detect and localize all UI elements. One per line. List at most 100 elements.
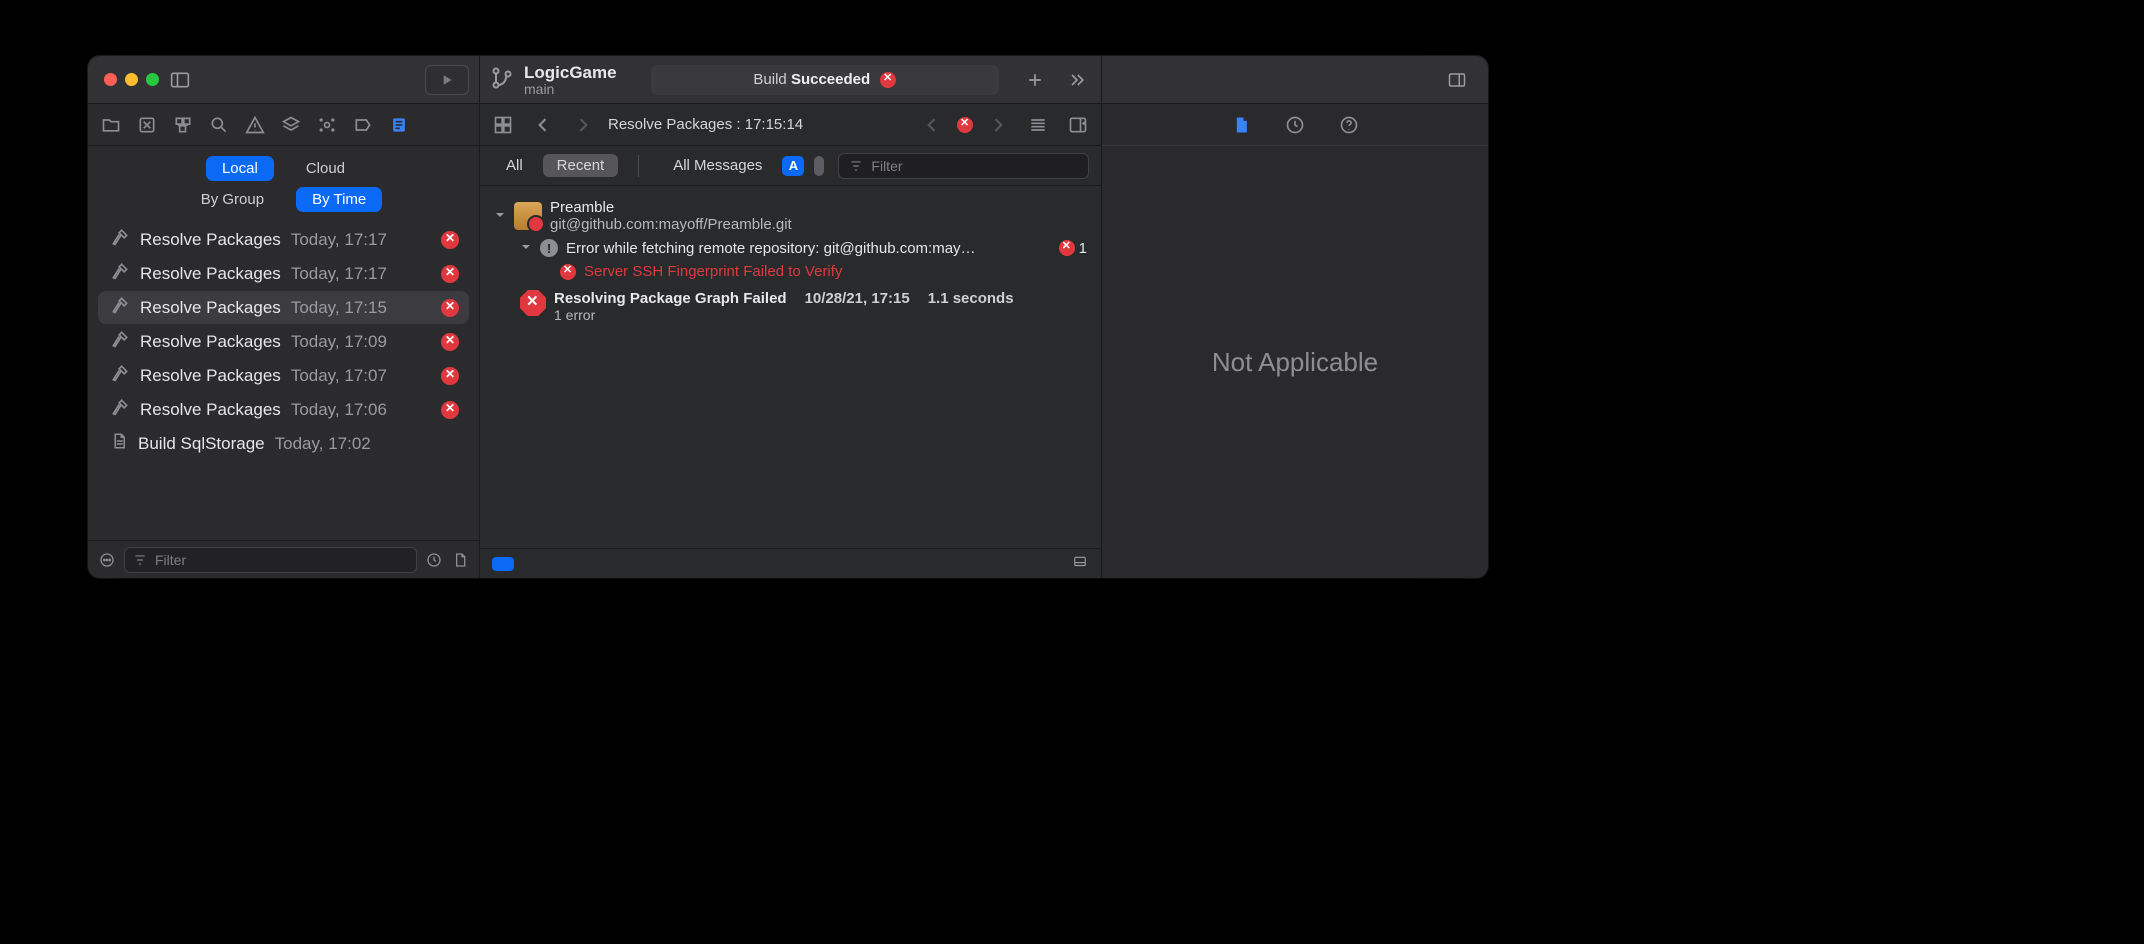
editor-panel: LogicGame main Build Succeeded Resolve P… xyxy=(480,56,1102,578)
report-title: Resolve Packages xyxy=(140,230,281,250)
report-row[interactable]: Resolve PackagesToday, 17:15 xyxy=(98,291,469,324)
scope-all[interactable]: All xyxy=(492,154,537,177)
recent-filter-icon[interactable] xyxy=(425,551,443,569)
analyzer-chip[interactable]: A xyxy=(782,156,804,176)
find-navigator-icon[interactable] xyxy=(204,110,234,140)
report-navigator-icon[interactable] xyxy=(384,110,414,140)
library-icon[interactable] xyxy=(1063,66,1091,94)
graph-fail-title: Resolving Package Graph Failed xyxy=(554,290,787,307)
breakpoint-navigator-icon[interactable] xyxy=(348,110,378,140)
scm-filter-icon[interactable] xyxy=(451,551,469,569)
report-time: Today, 17:17 xyxy=(291,230,387,250)
navigator-panel: Local Cloud By Group By Time Resolve Pac… xyxy=(88,56,480,578)
report-list: Resolve Packages Today, 17:17 Resolve Pack… xyxy=(88,216,479,540)
package-row[interactable]: Preamble git@github.com:mayoff/Preamble.… xyxy=(488,196,1093,236)
scope-local[interactable]: Local xyxy=(206,156,274,181)
fetch-error-text: Error while fetching remote repository: … xyxy=(566,240,976,257)
report-time: Today, 17:06 xyxy=(291,400,387,420)
report-time: Today, 17:09 xyxy=(291,332,387,352)
debug-navigator-icon[interactable] xyxy=(312,110,342,140)
toggle-right-sidebar-icon[interactable] xyxy=(1436,66,1478,94)
scope-recent[interactable]: Recent xyxy=(543,154,619,177)
hammer-icon xyxy=(110,329,130,354)
related-items-icon[interactable] xyxy=(488,110,518,140)
add-editor-icon[interactable] xyxy=(1021,66,1049,94)
report-time: Today, 17:02 xyxy=(275,434,371,454)
ssh-error-row[interactable]: Server SSH Fingerprint Failed to Verify xyxy=(554,260,1093,283)
inspector-panel: Not Applicable xyxy=(1102,56,1488,578)
report-row[interactable]: Resolve PackagesToday, 17:17 xyxy=(98,257,469,290)
hammer-icon xyxy=(110,363,130,388)
error-icon xyxy=(441,367,459,385)
help-inspector-icon[interactable] xyxy=(1334,110,1364,140)
stop-error-icon xyxy=(520,290,546,316)
package-name: Preamble xyxy=(550,199,792,216)
toggle-left-sidebar-icon[interactable] xyxy=(159,66,201,94)
history-inspector-icon[interactable] xyxy=(1280,110,1310,140)
disclosure-icon[interactable] xyxy=(520,240,532,257)
report-row[interactable]: Resolve PackagesToday, 17:07 xyxy=(98,359,469,392)
symbol-navigator-icon[interactable] xyxy=(168,110,198,140)
group-by-group[interactable]: By Group xyxy=(185,187,280,212)
error-count-badge: 1 xyxy=(1059,240,1087,257)
filter-placeholder: Filter xyxy=(155,552,186,568)
project-branch: main xyxy=(524,81,617,97)
editor-footer xyxy=(480,548,1101,578)
report-row[interactable]: Resolve PackagesToday, 17:09 xyxy=(98,325,469,358)
prev-issue-icon[interactable] xyxy=(917,110,947,140)
close-window[interactable] xyxy=(104,73,117,86)
navigator-filter-input[interactable]: Filter xyxy=(124,547,417,573)
all-messages[interactable]: All Messages xyxy=(659,154,776,177)
project-name: LogicGame xyxy=(524,63,617,83)
go-back-icon[interactable] xyxy=(528,110,558,140)
segment-scroll-handle[interactable] xyxy=(814,156,824,176)
report-title: Build SqlStorage xyxy=(138,434,265,454)
report-row[interactable]: Build SqlStorage Today, 17:02 xyxy=(98,427,469,460)
report-detail: Preamble git@github.com:mayoff/Preamble.… xyxy=(480,186,1101,548)
report-row[interactable]: Resolve PackagesToday, 17:06 xyxy=(98,393,469,426)
package-icon xyxy=(514,202,542,230)
error-icon xyxy=(560,264,576,280)
filter-menu-icon[interactable] xyxy=(98,551,116,569)
source-control-navigator-icon[interactable] xyxy=(132,110,162,140)
scheme-selector[interactable]: LogicGame main xyxy=(490,63,617,97)
error-icon xyxy=(441,333,459,351)
go-forward-icon[interactable] xyxy=(568,110,598,140)
next-issue-icon[interactable] xyxy=(983,110,1013,140)
not-applicable-label: Not Applicable xyxy=(1212,347,1378,378)
report-scope-segment: All Recent xyxy=(492,154,618,177)
issue-navigator-icon[interactable] xyxy=(240,110,270,140)
error-icon xyxy=(441,401,459,419)
report-row[interactable]: Resolve Packages Today, 17:17 xyxy=(98,223,469,256)
left-titlebar xyxy=(88,56,479,104)
scope-cloud[interactable]: Cloud xyxy=(290,156,361,181)
graph-fail-duration: 1.1 seconds xyxy=(928,290,1014,307)
add-assistant-icon[interactable] xyxy=(1063,110,1093,140)
run-button[interactable] xyxy=(425,65,469,95)
activity-status[interactable]: Build Succeeded xyxy=(651,65,999,95)
group-by-time[interactable]: By Time xyxy=(296,187,382,212)
minimize-window[interactable] xyxy=(125,73,138,86)
error-icon xyxy=(441,265,459,283)
grouping-selector: By Group By Time xyxy=(88,185,479,216)
disclosure-icon[interactable] xyxy=(494,208,506,225)
breadcrumb[interactable]: Resolve Packages : 17:15:14 xyxy=(608,116,803,133)
hammer-icon xyxy=(110,397,130,422)
scope-selector: Local Cloud xyxy=(88,146,479,185)
error-icon xyxy=(441,299,459,317)
xcode-window: Local Cloud By Group By Time Resolve Pac… xyxy=(88,56,1488,578)
zoom-window[interactable] xyxy=(146,73,159,86)
report-time: Today, 17:07 xyxy=(291,366,387,386)
toggle-debug-area-icon[interactable] xyxy=(1071,555,1089,572)
project-navigator-icon[interactable] xyxy=(96,110,126,140)
editor-layout-icon[interactable] xyxy=(1023,110,1053,140)
test-navigator-icon[interactable] xyxy=(276,110,306,140)
file-inspector-icon[interactable] xyxy=(1226,110,1256,140)
fetch-error-row[interactable]: ! Error while fetching remote repository… xyxy=(514,236,1093,260)
branch-icon xyxy=(490,66,514,93)
warning-icon: ! xyxy=(540,239,558,257)
status-error-icon xyxy=(880,72,896,88)
report-filter-input[interactable]: Filter xyxy=(838,153,1089,179)
graph-fail-row[interactable]: Resolving Package Graph Failed 10/28/21,… xyxy=(514,287,1093,326)
report-title: Resolve Packages xyxy=(140,298,281,318)
